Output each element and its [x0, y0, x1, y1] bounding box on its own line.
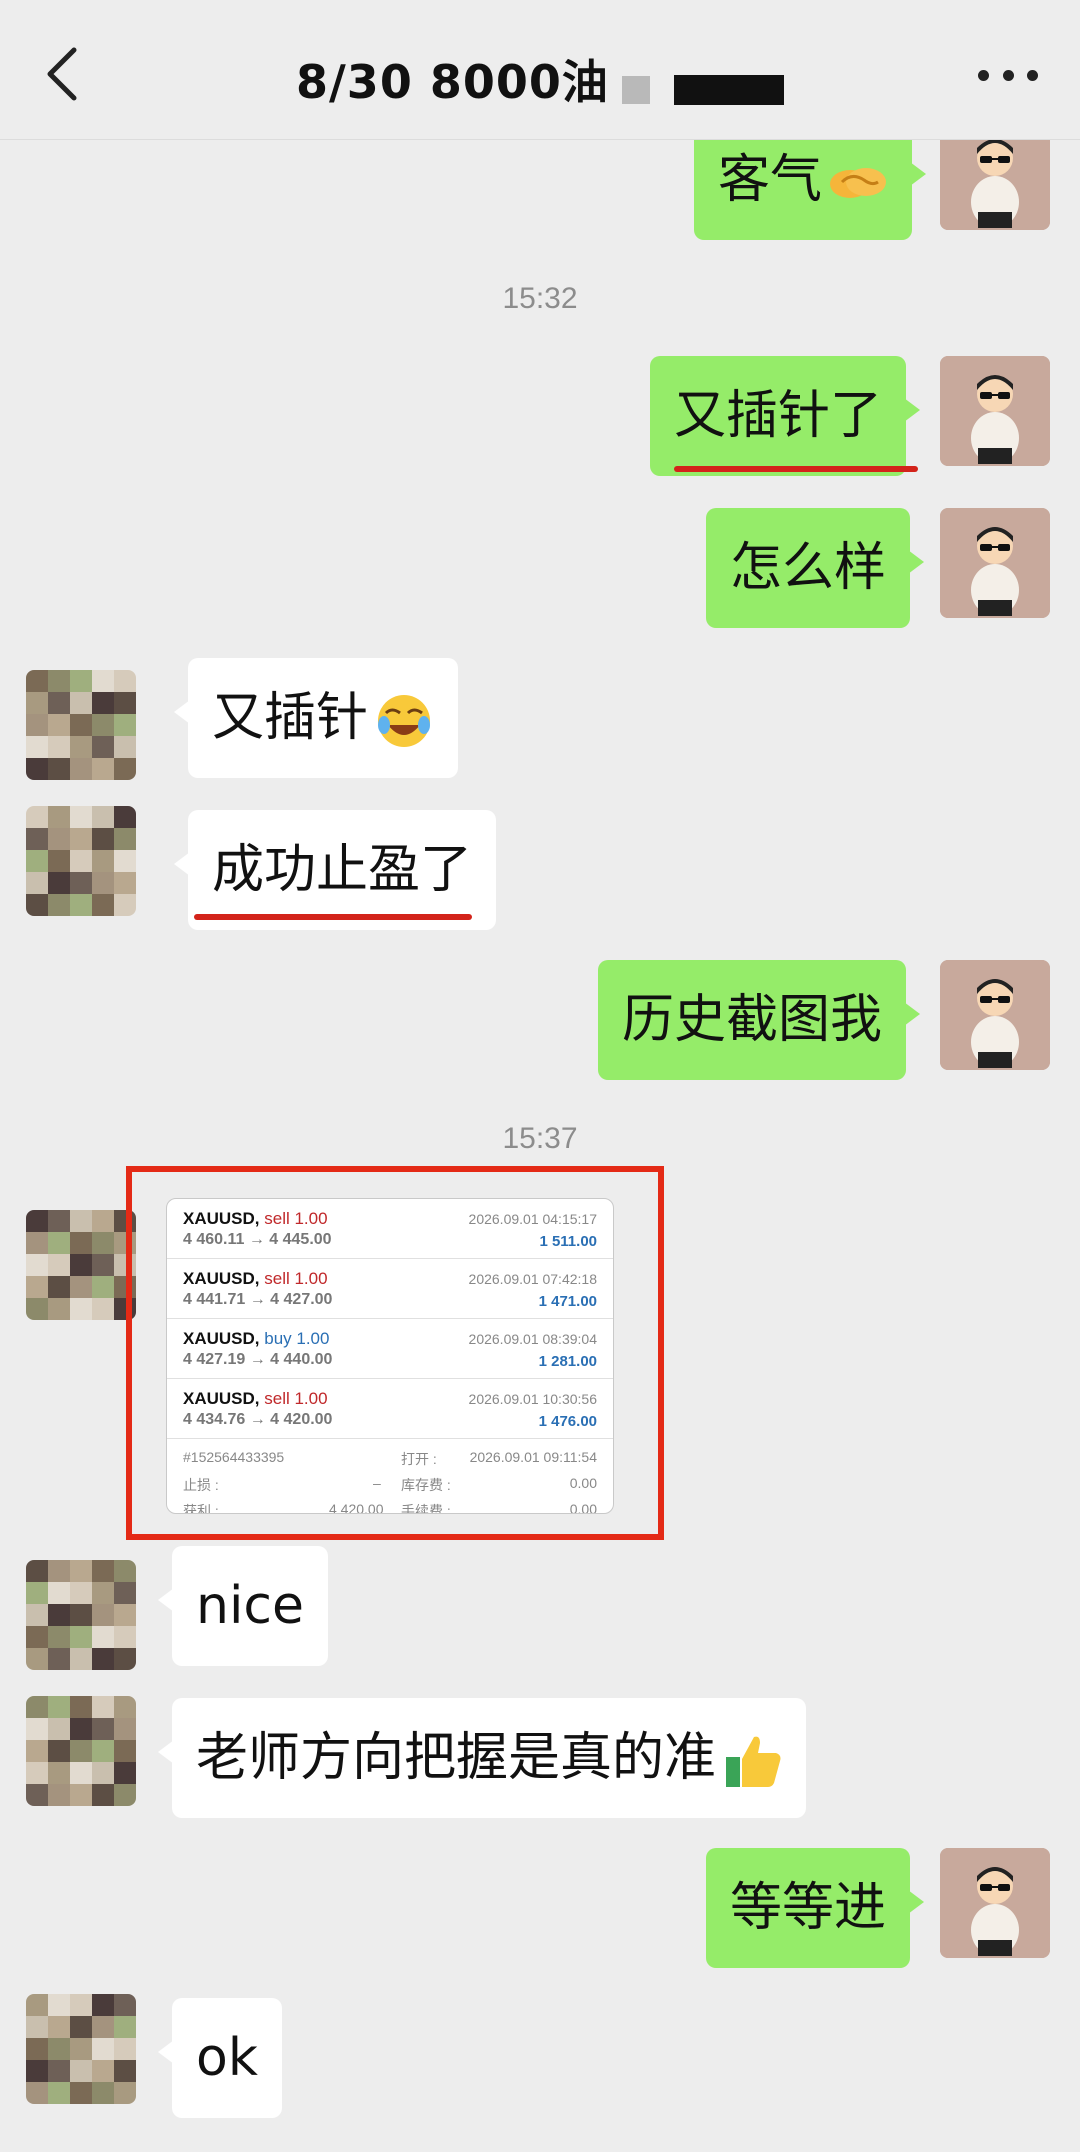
cartoon-avatar-icon	[940, 356, 1050, 466]
redaction-mask	[674, 75, 784, 105]
red-underline	[674, 466, 918, 472]
message-bubble-received[interactable]: 老师方向把握是真的准	[157, 1698, 807, 1818]
cartoon-avatar-icon	[940, 960, 1050, 1070]
avatar[interactable]	[26, 1994, 136, 2104]
pixelated-avatar	[26, 1210, 136, 1320]
trade-row: XAUUSD, sell 1.00 4 441.71 → 4 427.00 2026…	[167, 1259, 613, 1319]
trade-row: XAUUSD, sell 1.00 4 434.76 → 4 420.00 2026…	[167, 1379, 613, 1439]
avatar[interactable]	[940, 1848, 1050, 1958]
message-bubble-received[interactable]: ok	[158, 1998, 282, 2118]
avatar[interactable]	[940, 356, 1050, 466]
message-bubble-sent[interactable]: 等等进	[706, 1848, 925, 1968]
pixelated-avatar	[26, 670, 136, 780]
avatar[interactable]	[26, 1210, 136, 1320]
avatar[interactable]	[940, 508, 1050, 618]
more-dots-icon[interactable]	[978, 70, 1038, 84]
message-bubble-sent[interactable]: 历史截图我	[598, 960, 921, 1080]
handshake-icon	[830, 168, 887, 198]
redaction-mask	[622, 76, 650, 104]
cartoon-avatar-icon	[940, 508, 1050, 618]
timestamp: 15:37	[502, 1122, 578, 1155]
tp-fee-row: 获利 : 4 420.00 手续费 : 0.00	[183, 1501, 597, 1514]
avatar[interactable]	[26, 1696, 136, 1806]
pixelated-avatar	[26, 1696, 136, 1806]
sl-swap-row: 止损 : – 库存费 : 0.00	[183, 1475, 597, 1493]
trade-history-image[interactable]: XAUUSD, sell 1.00 4 460.11 → 4 445.00 2026…	[166, 1198, 614, 1514]
pixelated-avatar	[26, 806, 136, 916]
trade-row: XAUUSD, buy 1.00 4 427.19 → 4 440.00 2026.…	[167, 1319, 613, 1379]
message-bubble-received[interactable]: nice	[158, 1546, 328, 1666]
laughing-tears-icon	[378, 695, 431, 747]
message-bubble-received[interactable]: 又插针	[173, 658, 459, 778]
trade-row: XAUUSD, sell 1.00 4 460.11 → 4 445.00 2026…	[167, 1199, 613, 1259]
chat-header: 8/30 8000油	[0, 0, 1080, 140]
chat-title: 8/30 8000油	[296, 55, 609, 109]
timestamp: 15:32	[502, 282, 578, 315]
red-underline	[194, 914, 472, 920]
message-bubble-sent[interactable]: 又插针了	[650, 356, 921, 476]
avatar[interactable]	[26, 1560, 136, 1670]
avatar[interactable]	[940, 960, 1050, 1070]
avatar[interactable]	[26, 670, 136, 780]
avatar[interactable]	[26, 806, 136, 916]
thumbs-up-icon	[726, 1736, 781, 1787]
pixelated-avatar	[26, 1560, 136, 1670]
order-info-row: #152564433395 打开 : 2026.09.01 09:11:54	[183, 1449, 597, 1467]
cartoon-avatar-icon	[940, 1848, 1050, 1958]
message-bubble-received[interactable]: 成功止盈了	[173, 810, 497, 930]
message-bubble-sent[interactable]: 怎么样	[706, 508, 925, 628]
chevron-left-icon[interactable]	[40, 44, 84, 104]
pixelated-avatar	[26, 1994, 136, 2104]
